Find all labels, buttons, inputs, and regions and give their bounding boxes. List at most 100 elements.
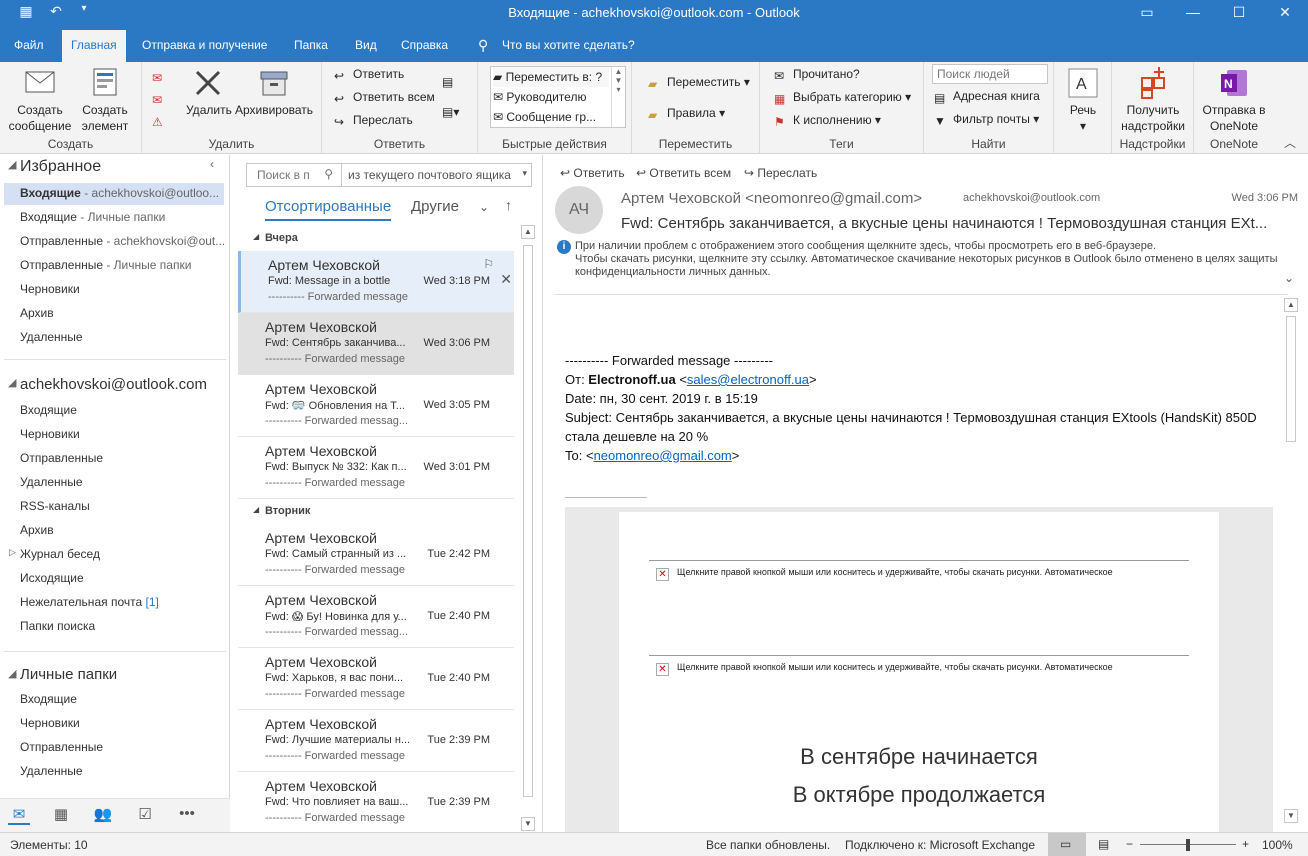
minimize-button[interactable]: — bbox=[1170, 0, 1216, 26]
scroll-up-arrow[interactable]: ▲ bbox=[1284, 298, 1298, 312]
message-item[interactable]: Артем Чеховской Fwd: Message in a bottle… bbox=[238, 251, 514, 313]
expand-personal-icon[interactable]: ◢ bbox=[8, 667, 16, 680]
account-header[interactable]: achekhovskoi@outlook.com bbox=[20, 376, 207, 393]
message-item[interactable]: Артем Чеховской Fwd: 😱 Бу! Новинка для у… bbox=[238, 586, 514, 648]
send-to-onenote-button[interactable]: N Отправка в OneNote bbox=[1198, 66, 1270, 134]
scroll-thumb[interactable] bbox=[1286, 316, 1296, 442]
folder-junk[interactable]: Нежелательная почта [1] bbox=[20, 595, 224, 609]
quick-step-move-to[interactable]: ▰ Переместить в: ? bbox=[493, 67, 609, 87]
scroll-down-arrow[interactable]: ▼ bbox=[521, 817, 535, 831]
forward-button[interactable]: ↪ Переслать bbox=[334, 110, 413, 130]
message-item[interactable]: Артем Чеховской Fwd: Лучшие материалы н.… bbox=[238, 710, 514, 772]
archive-button[interactable]: Архивировать bbox=[230, 66, 318, 118]
favorite-inbox-personal[interactable]: Входящие - Личные папки bbox=[20, 210, 224, 224]
group-collapse-icon[interactable]: ◢ bbox=[253, 505, 259, 514]
flag-icon[interactable]: ⚐ bbox=[483, 257, 494, 271]
collapse-ribbon-icon[interactable]: ︿ bbox=[1284, 134, 1296, 151]
tab-help[interactable]: Справка bbox=[393, 30, 456, 62]
scroll-thumb[interactable] bbox=[523, 245, 533, 797]
delete-button[interactable]: Удалить bbox=[186, 66, 232, 118]
tab-view[interactable]: Вид bbox=[347, 30, 385, 62]
ribbon-display-options-icon[interactable]: ▭ bbox=[1124, 0, 1170, 26]
favorite-sent-personal[interactable]: Отправленные - Личные папки bbox=[20, 258, 224, 272]
personal-inbox[interactable]: Входящие bbox=[20, 692, 224, 706]
favorite-sent-outlook[interactable]: Отправленные - achekhovskoi@out... bbox=[20, 234, 224, 248]
favorite-archive[interactable]: Архив bbox=[20, 306, 224, 320]
personal-folders-header[interactable]: Личные папки bbox=[20, 666, 117, 683]
maximize-button[interactable]: ☐ bbox=[1216, 0, 1262, 26]
expand-favorites-icon[interactable]: ◢ bbox=[8, 158, 16, 171]
tasks-icon[interactable]: ☑ bbox=[134, 805, 156, 825]
mail-icon[interactable]: ✉ bbox=[8, 805, 30, 825]
tab-file[interactable]: Файл bbox=[6, 30, 52, 62]
more-apps-icon[interactable]: ••• bbox=[176, 805, 198, 825]
tab-other[interactable]: Другие bbox=[411, 198, 459, 215]
sender-name[interactable]: Артем Чеховской <neomonreo@gmail.com> bbox=[621, 190, 922, 207]
filter-email-button[interactable]: ▼ Фильтр почты ▾ bbox=[934, 109, 1039, 129]
group-header-yesterday[interactable]: Вчера bbox=[265, 232, 298, 244]
reply-all-button[interactable]: ↩ Ответить всем bbox=[334, 87, 435, 107]
folder-deleted[interactable]: Удаленные bbox=[20, 475, 224, 489]
follow-up-button[interactable]: ⚑ К исполнению ▾ bbox=[774, 110, 881, 130]
search-input[interactable]: Поиск в п ⚲ bbox=[246, 163, 342, 187]
tab-focused[interactable]: Отсортированные bbox=[265, 198, 392, 221]
zoom-slider-thumb[interactable] bbox=[1186, 839, 1190, 851]
quick-step-team-email[interactable]: ✉ Сообщение гр... bbox=[493, 107, 609, 127]
message-item[interactable]: Артем Чеховской Fwd: Самый странный из .… bbox=[238, 524, 514, 586]
reply-button[interactable]: ↩ Ответить bbox=[334, 64, 404, 84]
quick-step-to-manager[interactable]: ✉ Руководителю bbox=[493, 87, 609, 107]
infobar-browser-link[interactable]: При наличии проблем с отображением этого… bbox=[575, 240, 1291, 253]
folder-search-folders[interactable]: Папки поиска bbox=[20, 619, 224, 633]
collapse-pane-icon[interactable]: ‹ bbox=[210, 157, 214, 171]
junk-icon[interactable]: ⚠ bbox=[152, 112, 163, 132]
address-book-button[interactable]: ▤ Адресная книга bbox=[934, 86, 1040, 106]
from-email-link[interactable]: sales@electronoff.ua bbox=[687, 372, 809, 387]
folder-inbox[interactable]: Входящие bbox=[20, 403, 224, 417]
tab-send-receive[interactable]: Отправка и получение bbox=[134, 30, 275, 62]
search-scope-dropdown[interactable]: из текущего почтового ящика ▾ bbox=[342, 163, 532, 187]
group-header-tuesday[interactable]: Вторник bbox=[265, 505, 310, 517]
rules-button[interactable]: ▰ Правила ▾ bbox=[648, 103, 725, 123]
search-people-input[interactable]: Поиск людей bbox=[932, 64, 1048, 84]
read-aloud-button[interactable]: A Речь ▾ bbox=[1058, 66, 1108, 134]
zoom-in-icon[interactable]: + bbox=[1242, 837, 1249, 851]
infobar-download-pictures[interactable]: Чтобы скачать рисунки, щелкните эту ссыл… bbox=[575, 253, 1291, 279]
recipient[interactable]: achekhovskoi@outlook.com bbox=[963, 192, 1100, 204]
folder-conversation-history[interactable]: Журнал бесед bbox=[20, 547, 224, 561]
favorite-inbox-outlook[interactable]: Входящие - achekhovskoi@outloo... bbox=[20, 186, 224, 200]
zoom-level[interactable]: 100% bbox=[1262, 838, 1293, 852]
message-item[interactable]: Артем Чеховской Fwd: Харьков, я вас пони… bbox=[238, 648, 514, 710]
get-addins-button[interactable]: Получить надстройки bbox=[1116, 66, 1190, 134]
expand-conversation-history-icon[interactable]: ▷ bbox=[9, 547, 16, 558]
tell-me-search[interactable]: Что вы хотите сделать? bbox=[494, 30, 643, 62]
folder-rss[interactable]: RSS-каналы bbox=[20, 499, 224, 513]
message-item[interactable]: Артем Чеховской Fwd: Что повлияет на ваш… bbox=[238, 772, 514, 832]
reading-reply-button[interactable]: ↩ Ответить bbox=[560, 166, 625, 180]
sort-direction-icon[interactable]: ↑ bbox=[505, 197, 512, 213]
sort-dropdown-icon[interactable]: ⌄ bbox=[479, 200, 489, 214]
group-collapse-icon[interactable]: ◢ bbox=[253, 232, 259, 241]
favorite-drafts[interactable]: Черновики bbox=[20, 282, 224, 296]
folder-drafts[interactable]: Черновики bbox=[20, 427, 224, 441]
delete-message-icon[interactable]: ✕ bbox=[500, 271, 512, 288]
more-respond-icon[interactable]: ▤▾ bbox=[442, 102, 459, 122]
search-icon[interactable]: ⚲ bbox=[324, 167, 333, 181]
close-button[interactable]: ✕ bbox=[1262, 0, 1308, 26]
calendar-icon[interactable]: ▦ bbox=[50, 805, 72, 825]
scroll-up-arrow[interactable]: ▲ bbox=[521, 225, 535, 239]
new-email-button[interactable]: Создать сообщение bbox=[6, 66, 74, 134]
unread-read-button[interactable]: ✉ Прочитано? bbox=[774, 64, 860, 84]
infobar[interactable]: При наличии проблем с отображением этого… bbox=[575, 240, 1291, 279]
reading-pane-scrollbar[interactable]: ▲ ▼ bbox=[1284, 298, 1298, 828]
sender-avatar[interactable]: АЧ bbox=[555, 186, 603, 234]
people-icon[interactable]: 👥 bbox=[92, 805, 114, 825]
to-email-link[interactable]: neomonreo@gmail.com bbox=[594, 448, 732, 463]
move-button[interactable]: ▰ Переместить ▾ bbox=[648, 72, 750, 92]
blocked-image[interactable]: ✕ Щелкните правой кнопкой мыши или коснит… bbox=[649, 560, 1189, 588]
expand-account-icon[interactable]: ◢ bbox=[8, 376, 16, 389]
scroll-down-arrow[interactable]: ▼ bbox=[1284, 809, 1298, 823]
blocked-image[interactable]: ✕ Щелкните правой кнопкой мыши или коснит… bbox=[649, 655, 1189, 683]
expand-header-icon[interactable]: ⌄ bbox=[1284, 271, 1294, 285]
personal-deleted[interactable]: Удаленные bbox=[20, 764, 224, 778]
tab-home[interactable]: Главная bbox=[62, 30, 126, 62]
